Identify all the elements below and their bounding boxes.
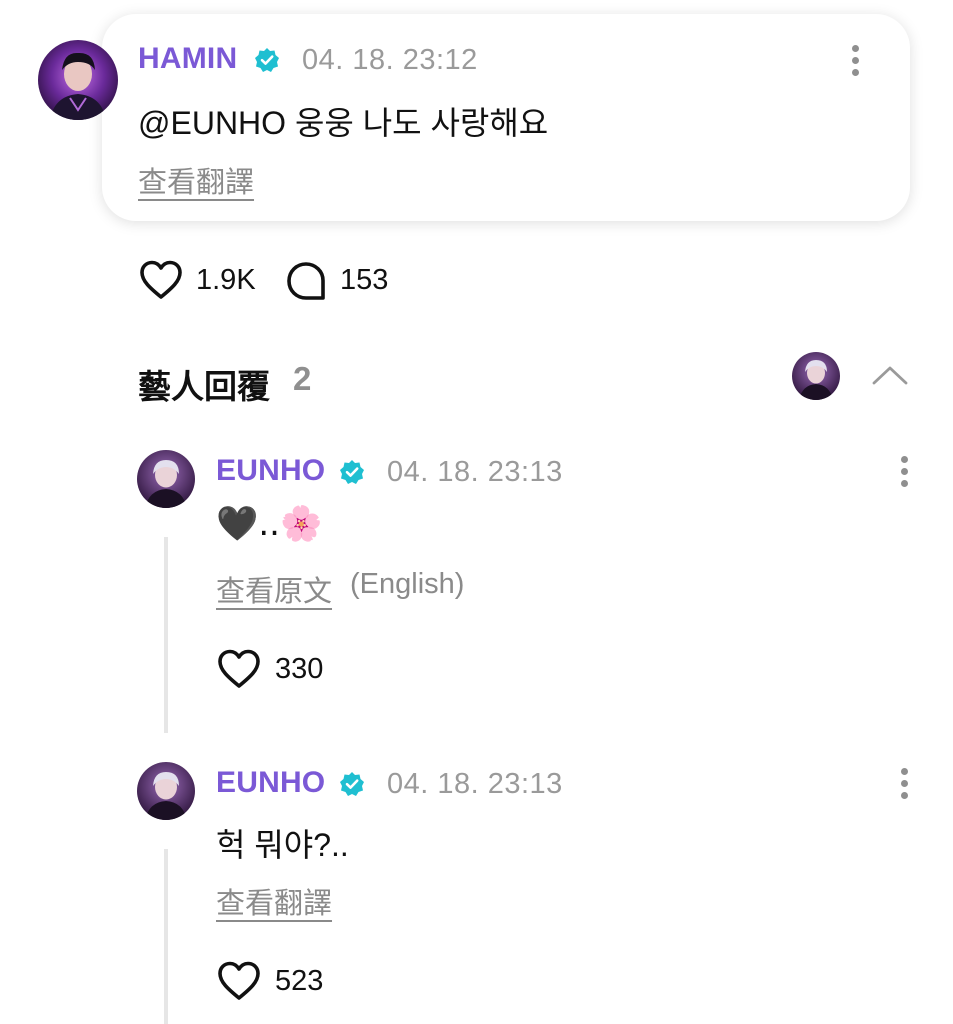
verified-badge-icon <box>255 48 279 72</box>
reply-1-more-vertical-icon[interactable] <box>899 456 909 487</box>
comment-bubble-icon[interactable] <box>285 260 327 302</box>
post-like-count: 1.9K <box>196 264 256 296</box>
post-comment-count: 153 <box>340 264 389 296</box>
post-heart-icon[interactable] <box>138 259 184 301</box>
post-more-vertical-icon[interactable] <box>850 45 860 76</box>
reply-1-text: 🖤..🌸 <box>216 504 323 544</box>
reply-2-timestamp: 04. 18. 23:13 <box>387 768 563 800</box>
post-timestamp: 04. 18. 23:12 <box>302 44 478 76</box>
reply-1-like-count: 330 <box>275 653 324 685</box>
reply-2-like-count: 523 <box>275 965 324 997</box>
verified-badge-icon <box>340 772 364 796</box>
chevron-up-icon[interactable] <box>871 363 909 387</box>
post-author-name[interactable]: HAMIN <box>138 42 237 76</box>
reply-2-more-vertical-icon[interactable] <box>899 768 909 799</box>
reply-2-heart-icon[interactable] <box>216 960 262 1002</box>
reply-2-translate-link[interactable]: 查看翻譯 <box>216 880 332 922</box>
reply-1-author-name[interactable]: EUNHO <box>216 454 325 488</box>
reply-2-avatar[interactable] <box>137 762 195 820</box>
hamin-avatar[interactable] <box>38 40 118 120</box>
post-translate-link[interactable]: 查看翻譯 <box>138 159 254 201</box>
reply-1-avatar[interactable] <box>137 450 195 508</box>
reply-1-thread-line <box>164 537 168 733</box>
reply-2-thread-line <box>164 849 168 1024</box>
post-text: @EUNHO 웅웅 나도 사랑해요 <box>138 105 549 141</box>
reply-2-author-name[interactable]: EUNHO <box>216 766 325 800</box>
reply-2-text: 헉 뭐야?.. <box>216 827 349 863</box>
reply-1-language-note: (English) <box>350 568 465 600</box>
reply-1-heart-icon[interactable] <box>216 648 262 690</box>
reply-1-view-original-link[interactable]: 查看原文 <box>216 568 332 610</box>
artist-replies-avatar[interactable] <box>792 352 840 400</box>
artist-replies-title: 藝人回覆 <box>138 368 270 405</box>
artist-replies-count: 2 <box>293 360 312 397</box>
verified-badge-icon <box>340 460 364 484</box>
reply-1-timestamp: 04. 18. 23:13 <box>387 456 563 488</box>
